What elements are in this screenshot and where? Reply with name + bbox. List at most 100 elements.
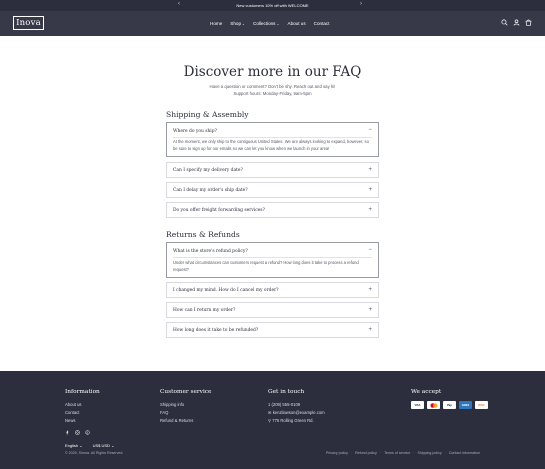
apple-pay-icon: Pay	[443, 401, 456, 409]
email-address: kenzilawson@example.com	[272, 410, 325, 415]
chevron-right-icon[interactable]: ›	[360, 1, 362, 7]
chevron-down-icon: ⌄	[242, 22, 246, 26]
copyright: © 2025, Sirona. All Rights Reserved.	[65, 451, 124, 455]
legal-shipping[interactable]: Shipping policy	[417, 451, 441, 455]
legal-links: Privacy policy · Refund policy · Terms of …	[326, 451, 480, 455]
plus-icon[interactable]: +	[368, 307, 372, 313]
site-header: Inova Home Shop⌄ Collections⌄ About us C…	[0, 11, 545, 36]
faq-item-freight[interactable]: Do you offer freight forwarding services…	[166, 202, 379, 218]
nav-collections[interactable]: Collections⌄	[253, 21, 279, 26]
footer-information: Information About us Contact News	[65, 389, 100, 425]
footer-email[interactable]: ✉ kenzilawson@example.com	[268, 409, 325, 417]
faq-question: How can I return my order?	[173, 308, 236, 313]
currency-selector[interactable]: US$ USD ⌄	[93, 443, 115, 448]
footer-heading: Information	[65, 389, 100, 395]
footer-link-contact[interactable]: Contact	[65, 409, 100, 417]
plus-icon[interactable]: +	[368, 187, 372, 193]
divider	[173, 137, 372, 138]
section-title-shipping: Shipping & Assembly	[166, 110, 249, 119]
locale-selectors: English ⌄ US$ USD ⌄	[65, 443, 114, 448]
footer-contact: Get in touch 1 (209) 555-0109 ✉ kenzilaw…	[268, 389, 325, 425]
mastercard-icon	[427, 401, 440, 409]
nav-about[interactable]: About us	[288, 21, 306, 26]
nav-shop[interactable]: Shop⌄	[230, 21, 245, 26]
footer-link-about[interactable]: About us	[65, 401, 100, 409]
plus-icon[interactable]: +	[368, 207, 372, 213]
faq-answer: At the moment, we only ship to the conti…	[173, 139, 369, 151]
faq-item-refund-time[interactable]: How long does it take to be refunded? +	[166, 322, 379, 338]
social-links	[65, 430, 90, 435]
instagram-icon[interactable]	[75, 430, 80, 435]
footer-link-refunds[interactable]: Refund & Returns	[160, 417, 212, 425]
plus-icon[interactable]: +	[368, 327, 372, 333]
chevron-left-icon[interactable]: ‹	[178, 1, 180, 7]
announcement-text: New customers 10% off with WELCOME	[236, 3, 309, 8]
legal-terms[interactable]: Terms of service	[384, 451, 410, 455]
footer-heading: We accept	[411, 389, 442, 395]
search-icon[interactable]	[501, 19, 508, 26]
footer-link-news[interactable]: News	[65, 417, 100, 425]
nav-contact-label: Contact	[313, 21, 330, 26]
page-title: Discover more in our FAQ	[183, 64, 362, 80]
footer-link-shipping[interactable]: Shipping info	[160, 401, 212, 409]
footer-phone[interactable]: 1 (209) 555-0109	[268, 401, 325, 409]
faq-item-cancel-order[interactable]: I changed my mind. How do I cancel my or…	[166, 282, 379, 298]
street-address: 775 Rolling Green Rd.	[272, 418, 314, 423]
chevron-down-icon: ⌄	[276, 22, 280, 26]
chevron-down-icon: ⌄	[111, 443, 115, 448]
footer-heading: Get in touch	[268, 389, 305, 395]
minus-icon[interactable]: −	[368, 247, 372, 253]
language-value: English	[65, 443, 79, 448]
faq-item-return-order[interactable]: How can I return my order? +	[166, 302, 379, 318]
logo[interactable]: Inova	[13, 16, 44, 30]
account-icon[interactable]	[513, 19, 520, 26]
main-nav: Home Shop⌄ Collections⌄ About us Contact	[210, 11, 329, 36]
footer-link-faq[interactable]: FAQ	[160, 409, 212, 417]
faq-question: Do you offer freight forwarding services…	[173, 208, 265, 213]
support-hours: Support hours: Monday-Friday, 9am-5pm	[233, 91, 312, 96]
faq-question: How long does it take to be refunded?	[173, 328, 259, 333]
announcement-bar: ‹ New customers 10% off with WELCOME ›	[0, 0, 545, 11]
payment-icons: VISA Pay AMEX DISC	[411, 401, 488, 409]
legal-refund[interactable]: Refund policy	[355, 451, 377, 455]
faq-answer: Under what circumstances can customers r…	[173, 260, 359, 272]
visa-icon: VISA	[411, 401, 424, 409]
phone-number: 1 (209) 555-0109	[268, 402, 301, 407]
faq-question: Can I delay my order's ship date?	[173, 188, 248, 193]
minus-icon[interactable]: −	[368, 127, 372, 133]
separator: ·	[444, 451, 446, 455]
nav-collections-label: Collections	[253, 21, 276, 26]
faq-question: What is the store's refund policy?	[173, 249, 248, 254]
faq-question: I changed my mind. How do I cancel my or…	[173, 288, 279, 293]
nav-contact[interactable]: Contact	[314, 21, 330, 26]
amex-icon: AMEX	[459, 401, 472, 409]
faq-item-delay-ship[interactable]: Can I delay my order's ship date? +	[166, 182, 379, 198]
footer-payments: We accept VISA Pay AMEX DISC	[411, 389, 488, 409]
faq-question: Where do you ship?	[173, 129, 217, 134]
language-selector[interactable]: English ⌄	[65, 443, 83, 448]
footer-heading: Customer service	[160, 389, 212, 395]
faq-item-refund-policy[interactable]: What is the store's refund policy? − Und…	[166, 242, 379, 278]
separator: ·	[379, 451, 382, 455]
nav-about-label: About us	[287, 21, 306, 26]
facebook-icon[interactable]	[65, 430, 70, 435]
footer-address: ⚲ 775 Rolling Green Rd.	[268, 417, 325, 425]
faq-item-where-ship[interactable]: Where do you ship? − At the moment, we o…	[166, 122, 379, 157]
faq-item-delivery-date[interactable]: Can I specify my delivery date? +	[166, 162, 379, 178]
plus-icon[interactable]: +	[368, 167, 372, 173]
pinterest-icon[interactable]	[85, 430, 90, 435]
header-icons	[501, 19, 532, 26]
separator: ·	[350, 451, 353, 455]
plus-icon[interactable]: +	[368, 287, 372, 293]
faq-subtitle: Have a question or comment? Don't be shy…	[209, 84, 336, 89]
faq-question: Can I specify my delivery date?	[173, 168, 243, 173]
footer-customer-service: Customer service Shipping info FAQ Refun…	[160, 389, 212, 425]
legal-privacy[interactable]: Privacy policy	[326, 451, 348, 455]
nav-home[interactable]: Home	[210, 21, 222, 26]
legal-contact[interactable]: Contact information	[449, 451, 480, 455]
divider	[173, 257, 372, 258]
discover-icon: DISC	[475, 401, 488, 409]
cart-icon[interactable]	[525, 19, 532, 26]
separator: ·	[413, 451, 415, 455]
section-title-returns: Returns & Refunds	[166, 230, 240, 239]
